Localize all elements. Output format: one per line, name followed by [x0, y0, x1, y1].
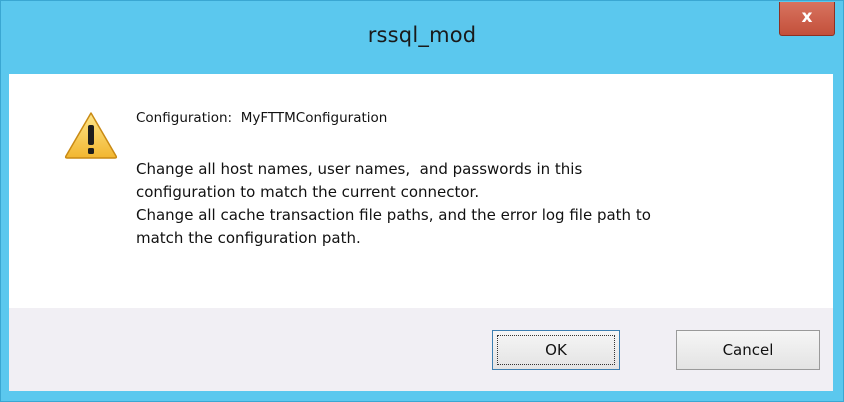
message-line: configuration to match the current conne… [136, 183, 480, 201]
button-bar: OK Cancel [9, 308, 833, 391]
message-line: Change all cache transaction file paths,… [136, 206, 651, 224]
warning-icon [64, 112, 118, 159]
window-title: rssql_mod [367, 23, 477, 47]
cancel-button[interactable]: Cancel [676, 330, 820, 370]
ok-button[interactable]: OK [492, 330, 620, 370]
title-bar[interactable]: rssql_mod x [1, 1, 843, 74]
close-button[interactable]: x [779, 2, 835, 36]
message-text: Change all host names, user names, and p… [136, 158, 816, 250]
configuration-line: Configuration: MyFTTMConfiguration [136, 110, 387, 126]
dialog-window: rssql_mod x Configuration: MyFTTMConfigu… [0, 0, 844, 402]
configuration-label: Configuration: [136, 110, 233, 126]
configuration-name: MyFTTMConfiguration [240, 110, 388, 126]
message-line: Change all host names, user names, and p… [136, 160, 583, 178]
message-line: match the configuration path. [136, 229, 361, 247]
ok-button-label: OK [545, 341, 567, 359]
dialog-content: Configuration: MyFTTMConfiguration Chang… [9, 74, 833, 308]
